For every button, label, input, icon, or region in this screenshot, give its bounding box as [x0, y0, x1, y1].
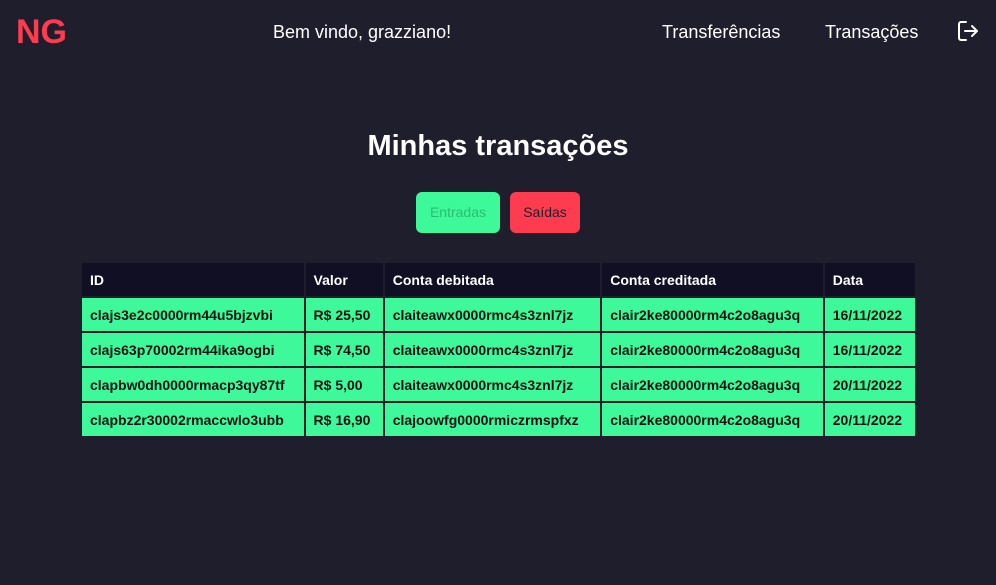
transactions-table: ID Valor Conta debitada Conta creditada … [80, 261, 917, 438]
table-row: clapbw0dh0000rmacp3qy87tf R$ 5,00 claite… [82, 368, 915, 401]
cell-date: 16/11/2022 [824, 333, 915, 366]
cell-date: 16/11/2022 [824, 298, 915, 331]
page-title: Minhas transações [367, 130, 629, 162]
cell-id: clapbw0dh0000rmacp3qy87tf [82, 368, 304, 401]
table-header-row: ID Valor Conta debitada Conta creditada … [82, 263, 915, 296]
logout-icon[interactable] [956, 19, 980, 43]
column-header-value: Valor [305, 263, 383, 296]
cell-credited-account: clair2ke80000rm4c2o8agu3q [602, 298, 823, 331]
cell-debited-account: claiteawx0000rmc4s3znl7jz [384, 298, 601, 331]
cell-debited-account: claiteawx0000rmc4s3znl7jz [384, 368, 601, 401]
cell-credited-account: clair2ke80000rm4c2o8agu3q [602, 333, 823, 366]
nav-transactions-link[interactable]: Transações [825, 21, 918, 43]
welcome-message: Bem vindo, grazziano! [273, 22, 452, 42]
cell-credited-account: clair2ke80000rm4c2o8agu3q [602, 368, 823, 401]
cell-id: clajs63p70002rm44ika9ogbi [82, 333, 304, 366]
table-row: clajs63p70002rm44ika9ogbi R$ 74,50 clait… [82, 333, 915, 366]
cell-value: R$ 74,50 [305, 333, 383, 366]
cell-value: R$ 25,50 [305, 298, 383, 331]
cell-date: 20/11/2022 [824, 403, 915, 436]
logo[interactable]: NG [16, 12, 67, 52]
column-header-id: ID [82, 263, 304, 296]
top-bar: NG Bem vindo, grazziano! Transferências … [0, 0, 996, 64]
cell-id: clapbz2r30002rmaccwlo3ubb [82, 403, 304, 436]
cell-credited-account: clair2ke80000rm4c2o8agu3q [602, 403, 823, 436]
column-header-debited-account: Conta debitada [384, 263, 601, 296]
filter-in-button[interactable]: Entradas [416, 192, 500, 233]
cell-value: R$ 5,00 [305, 368, 383, 401]
table-row: clajs3e2c0000rm44u5bjzvbi R$ 25,50 clait… [82, 298, 915, 331]
cell-debited-account: clajoowfg0000rmiczrmspfxz [384, 403, 601, 436]
filter-out-button[interactable]: Saídas [510, 192, 580, 233]
cell-date: 20/11/2022 [824, 368, 915, 401]
cell-id: clajs3e2c0000rm44u5bjzvbi [82, 298, 304, 331]
column-header-date: Data [824, 263, 915, 296]
table-row: clapbz2r30002rmaccwlo3ubb R$ 16,90 clajo… [82, 403, 915, 436]
nav-transfers-link[interactable]: Transferências [662, 21, 780, 43]
cell-value: R$ 16,90 [305, 403, 383, 436]
cell-debited-account: claiteawx0000rmc4s3znl7jz [384, 333, 601, 366]
column-header-credited-account: Conta creditada [602, 263, 823, 296]
